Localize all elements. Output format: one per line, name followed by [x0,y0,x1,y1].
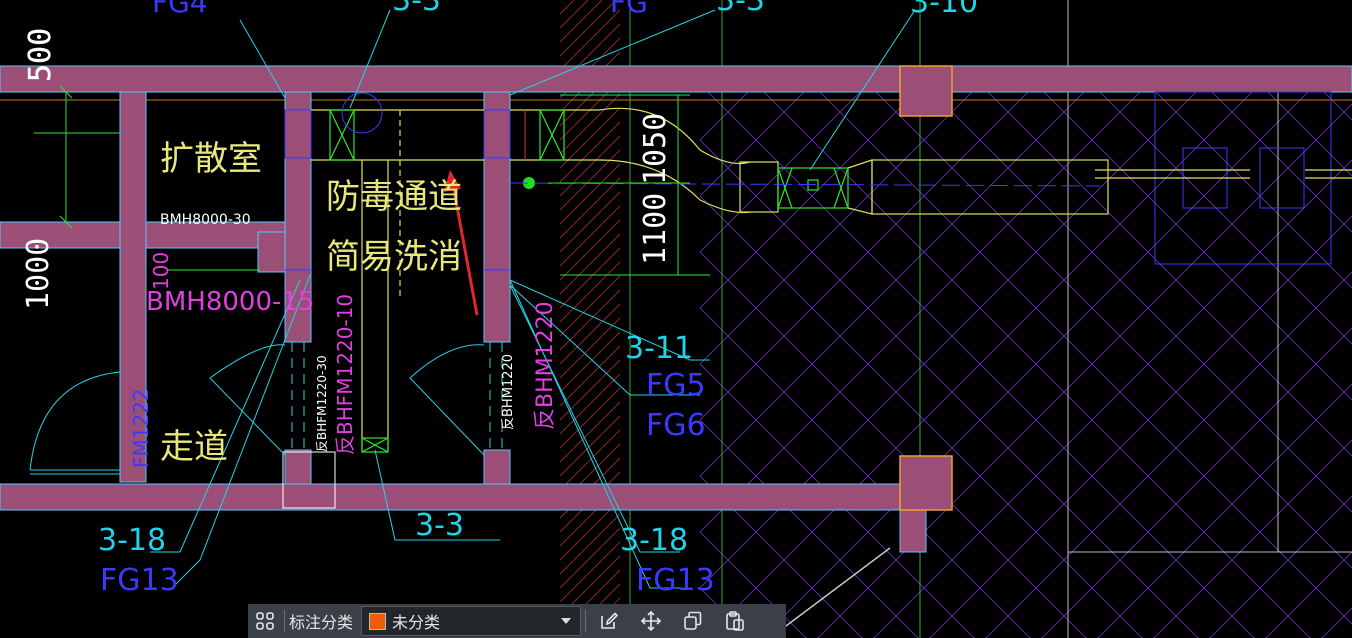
pipe-label-fg-top: FG [610,0,648,19]
pipe-label-fg13-left: FG13 [100,563,179,598]
section-mark-3-3-top: 3-3 [392,0,441,18]
room-label-corridor: 走道 [160,427,228,467]
move-icon[interactable] [634,604,668,638]
pipe-label-fg6: FG6 [646,408,706,443]
category-select[interactable]: 未分类 [361,606,582,636]
door-label-fbhm1220-30: 反BHFM1220-30 [315,355,329,452]
grid-icon[interactable] [248,604,282,638]
door-label-fbhm1220: 反BHM1220 [533,301,558,430]
annotation-toolbar: 标注分类 未分类 [248,604,786,638]
pipe-label-fg13-right: FG13 [636,563,715,598]
door-label-bmh8000-30: BMH8000-30 [160,212,251,228]
door-label-fbhm1220-small: 反BHM1220 [501,354,516,430]
chevron-down-icon [561,618,572,624]
door-label-100: 100 [149,252,173,290]
pipe-label-fg4: FG4 [152,0,208,19]
fan-circle [341,92,383,134]
doors [29,342,503,475]
section-mark-3-18-left: 3-18 [98,523,166,558]
copy-icon[interactable] [676,604,710,638]
toolbar-divider [284,610,285,632]
edit-icon[interactable] [592,604,626,638]
dim-1000: 1000 [21,238,56,310]
toolbar-divider [585,610,587,632]
door-label-fm1222: FM1222 [129,388,153,468]
pipe-label-fg5: FG5 [646,368,706,403]
door-label-fbhm1220-10: 反BHFM1220-10 [333,294,357,455]
room-label-decon: 简易洗消 [326,237,462,277]
section-mark-3-10: 3-10 [910,0,978,20]
paste-icon[interactable] [718,604,752,638]
hatch-region-column [560,0,620,638]
section-mark-3-3-bottom: 3-3 [415,508,464,543]
cad-canvas[interactable]: 500 1000 1050 1100 3-3 3-3 3-10 3-11 3-3… [0,0,1352,638]
dim-1050: 1050 [638,113,673,185]
category-label: 标注分类 [289,613,354,632]
hatch-region-right [700,90,1352,638]
room-label-anti-gas: 防毒通道 [326,177,462,217]
category-selected-value: 未分类 [392,613,441,632]
section-mark-3-18-right: 3-18 [620,523,688,558]
dim-500: 500 [23,28,58,82]
dim-1100: 1100 [638,193,673,265]
category-color-swatch [369,612,387,630]
section-mark-3-11: 3-11 [625,331,693,366]
door-label-bmh8000-15: BMH8000-15 [146,287,314,317]
section-mark-3-3-top-right: 3-3 [716,0,765,18]
room-label-diffusion: 扩散室 [160,139,262,179]
